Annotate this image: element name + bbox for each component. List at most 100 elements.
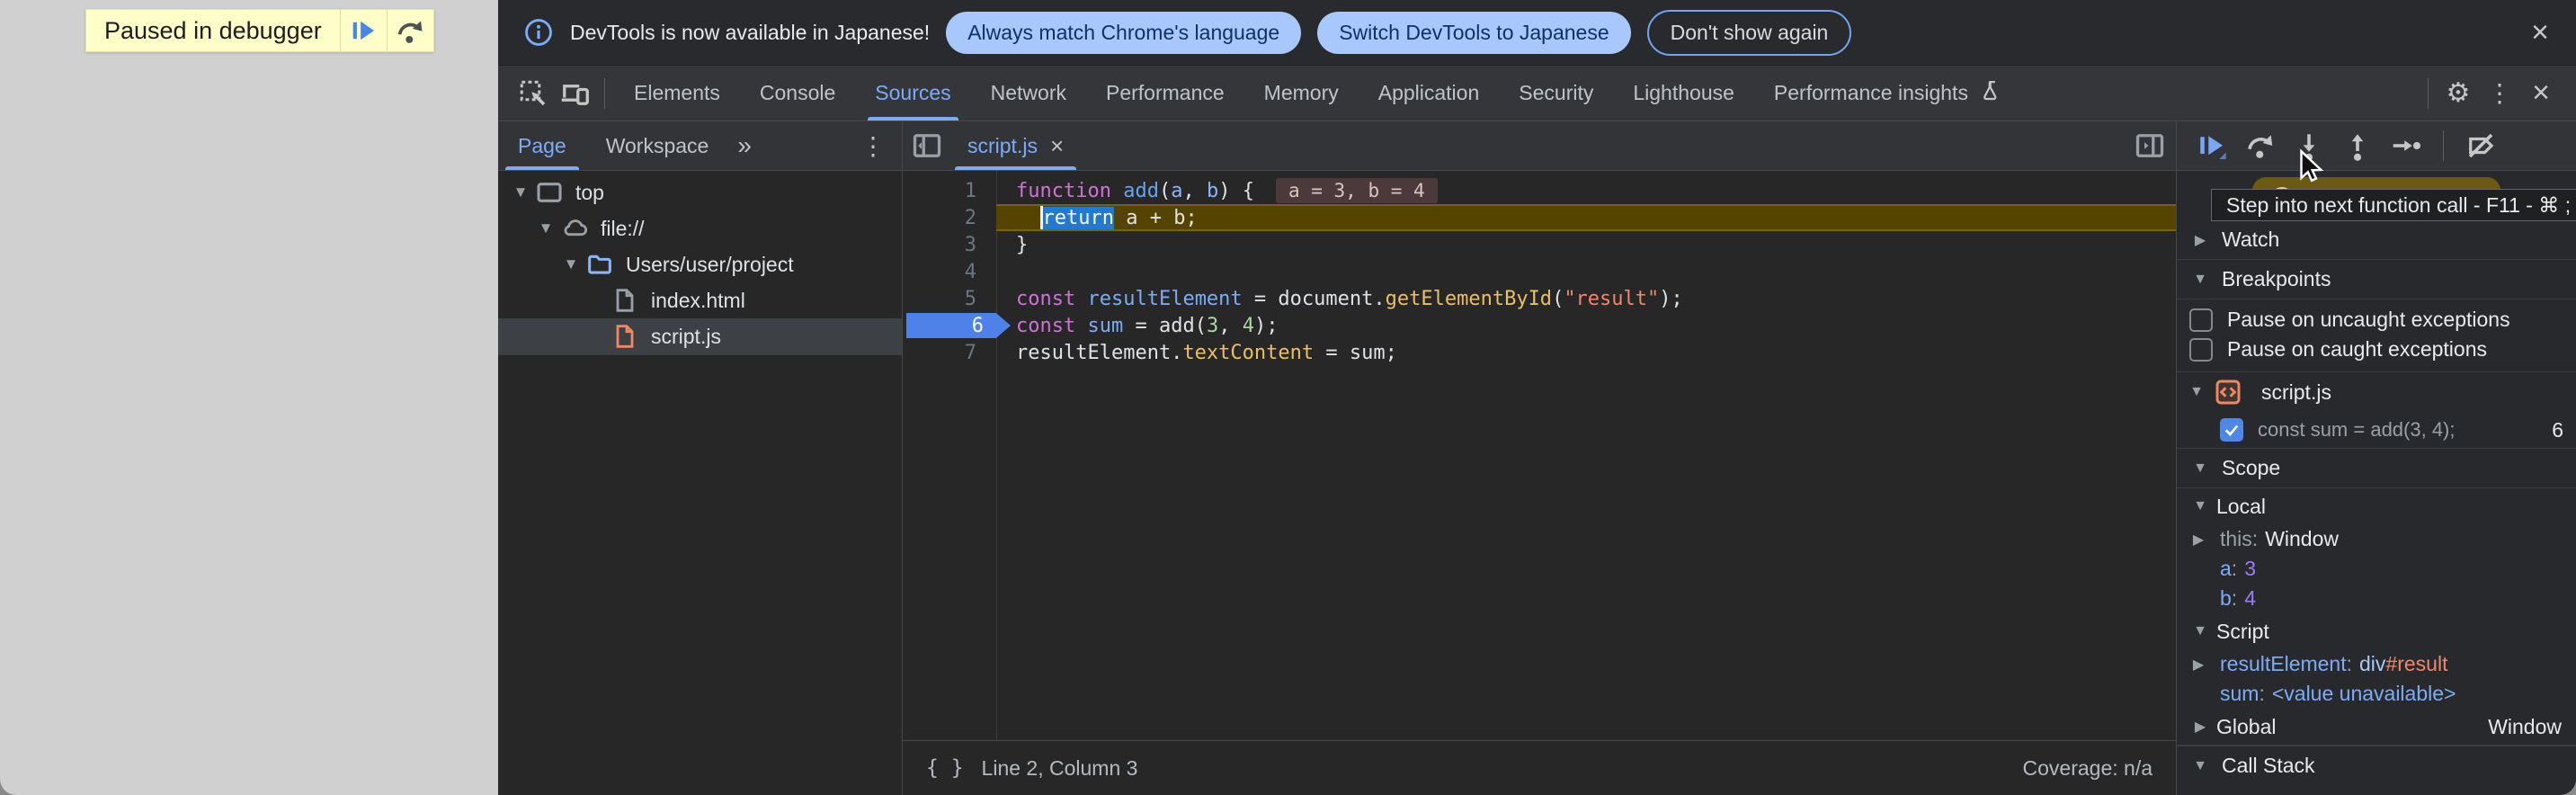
expanded-arrow-icon[interactable]: ▼ — [2191, 460, 2209, 477]
checkbox[interactable] — [2189, 338, 2213, 362]
section-call-stack[interactable]: ▼Call Stack — [2177, 746, 2576, 785]
always-match-language-button[interactable]: Always match Chrome's language — [946, 12, 1301, 54]
tab-memory[interactable]: Memory — [1244, 66, 1359, 121]
inspect-element-icon[interactable] — [513, 73, 554, 114]
dont-show-again-button[interactable]: Don't show again — [1647, 10, 1852, 56]
line-number[interactable]: 7 — [903, 339, 996, 366]
property-value: Window — [2265, 527, 2339, 551]
tree-item-users-user-project[interactable]: ▼Users/user/project — [498, 246, 902, 282]
expand-arrow-icon[interactable]: ▼ — [507, 183, 534, 201]
source-code-view[interactable]: 1function add(a, b) {a = 3, b = 42 retur… — [903, 171, 2176, 740]
code-line[interactable]: 4 — [903, 258, 2176, 285]
tab-network[interactable]: Network — [971, 66, 1086, 121]
step-over-icon[interactable] — [2240, 125, 2281, 166]
tree-item-index.html[interactable]: index.html — [498, 282, 902, 318]
resume-script-icon[interactable] — [2191, 125, 2233, 166]
expand-arrow-icon[interactable]: ▼ — [557, 255, 584, 273]
device-toolbar-icon[interactable] — [554, 73, 595, 114]
expanded-arrow-icon[interactable]: ▼ — [2191, 623, 2209, 639]
resume-icon — [348, 15, 379, 46]
expand-arrow-icon[interactable]: ▼ — [532, 219, 559, 237]
tab-console[interactable]: Console — [740, 66, 855, 121]
step-icon[interactable] — [2385, 125, 2427, 166]
line-number[interactable]: 1 — [903, 177, 996, 204]
switch-to-japanese-button[interactable]: Switch DevTools to Japanese — [1317, 12, 1630, 54]
code-line[interactable]: 5const resultElement = document.getEleme… — [903, 285, 2176, 312]
tree-item-top[interactable]: ▼ top — [498, 174, 902, 210]
line-number[interactable]: 5 — [903, 285, 996, 312]
collapsed-arrow-icon[interactable]: ▶ — [2189, 656, 2207, 674]
editor-status-bar: { } Line 2, Column 3 Coverage: n/a — [903, 740, 2176, 795]
deactivate-breakpoints-icon[interactable] — [2460, 125, 2501, 166]
scope-property[interactable]: b: 4 — [2177, 584, 2576, 613]
line-number[interactable]: 3 — [903, 231, 996, 258]
tab-security[interactable]: Security — [1499, 66, 1613, 121]
infobar-close-icon[interactable]: × — [2526, 17, 2554, 48]
navigator-kebab-icon[interactable]: ⋮ — [844, 131, 902, 161]
pause-option[interactable]: Pause on caught exceptions — [2177, 335, 2576, 364]
collapsed-arrow-icon[interactable]: ▶ — [2191, 718, 2209, 736]
resume-script-button[interactable] — [340, 10, 387, 51]
close-tab-icon[interactable]: × — [1050, 132, 1064, 160]
code-line[interactable]: 3} — [903, 231, 2176, 258]
code-line[interactable]: 7resultElement.textContent = sum; — [903, 339, 2176, 366]
step-out-icon[interactable] — [2337, 125, 2378, 166]
expanded-arrow-icon[interactable]: ▼ — [2191, 758, 2209, 774]
toggle-navigator-icon[interactable] — [906, 125, 948, 166]
collapsed-arrow-icon[interactable]: ▶ — [2191, 231, 2209, 249]
toggle-debugger-sidebar-icon[interactable] — [2129, 125, 2170, 166]
collapsed-arrow-icon[interactable]: ▶ — [2189, 531, 2207, 549]
expanded-arrow-icon[interactable]: ▼ — [2191, 272, 2209, 288]
scope-property[interactable]: a: 3 — [2177, 554, 2576, 584]
section-scope[interactable]: ▼Scope — [2177, 449, 2576, 488]
breakpoint-checkbox[interactable] — [2220, 418, 2243, 442]
tab-performance-insights[interactable]: Performance insights — [1754, 66, 2022, 121]
tab-sources[interactable]: Sources — [855, 66, 970, 121]
scope-group-local[interactable]: ▼Local — [2177, 488, 2576, 524]
code-line[interactable]: 2 return a + b; — [903, 204, 2176, 231]
screen: Paused in debugger DevTools is now avail… — [0, 0, 2576, 795]
devtools-panel: DevTools is now available in Japanese! A… — [498, 0, 2576, 795]
cursor-position-label: Line 2, Column 3 — [982, 756, 1138, 781]
breakpoint-entry[interactable]: const sum = add(3, 4);6 — [2177, 412, 2576, 448]
tab-performance[interactable]: Performance — [1086, 66, 1244, 121]
inspected-page: Paused in debugger — [0, 0, 498, 795]
pause-option[interactable]: Pause on uncaught exceptions — [2177, 305, 2576, 335]
tab-application[interactable]: Application — [1359, 66, 1500, 121]
breakpoint-file-row[interactable]: ▼script.js — [2177, 372, 2576, 412]
line-number[interactable]: 2 — [903, 204, 996, 231]
paused-banner-label: Paused in debugger — [86, 10, 340, 51]
editor-tab-scriptjs[interactable]: script.js × — [951, 121, 1080, 170]
code-line[interactable]: 6const sum = add(3, 4); — [903, 312, 2176, 339]
expanded-arrow-icon[interactable]: ▼ — [2188, 384, 2206, 400]
scope-property[interactable]: ▶resultElement: div#result — [2177, 649, 2576, 679]
step-over-button-overlay[interactable] — [387, 10, 433, 51]
scope-group-global[interactable]: ▶GlobalWindow — [2177, 709, 2576, 745]
tab-lighthouse[interactable]: Lighthouse — [1613, 66, 1754, 121]
section-watch[interactable]: ▶Watch — [2177, 220, 2576, 260]
tree-item-script.js[interactable]: script.js — [498, 318, 902, 354]
scope-property[interactable]: sum: <value unavailable> — [2177, 679, 2576, 709]
close-devtools-icon[interactable]: × — [2520, 73, 2562, 114]
expanded-arrow-icon[interactable]: ▼ — [2191, 498, 2209, 514]
tree-item-file-[interactable]: ▼file:// — [498, 210, 902, 246]
tab-elements[interactable]: Elements — [614, 66, 740, 121]
breakpoint-marker[interactable]: 6 — [906, 313, 1011, 338]
navigator-tab-page[interactable]: Page — [498, 121, 586, 170]
more-options-kebab-icon[interactable]: ⋮ — [2479, 73, 2520, 114]
pretty-print-icon[interactable]: { } — [926, 756, 964, 780]
settings-gear-icon[interactable]: ⚙ — [2438, 73, 2479, 114]
code-editor-pane: script.js × 1function add(a, b) {a = 3, … — [903, 121, 2176, 795]
more-tabs-chevron-icon[interactable]: » — [728, 131, 761, 160]
checkbox[interactable] — [2189, 308, 2213, 332]
flask-icon — [1977, 78, 2002, 109]
code-line[interactable]: 1function add(a, b) {a = 3, b = 4 — [903, 177, 2176, 204]
section-breakpoints[interactable]: ▼Breakpoints — [2177, 260, 2576, 299]
line-number[interactable]: 4 — [903, 258, 996, 285]
code-line-content: const sum = add(3, 4); — [996, 312, 2176, 339]
scope-group-script[interactable]: ▼Script — [2177, 613, 2576, 649]
line-number[interactable]: 6 — [903, 312, 996, 339]
scope-property[interactable]: ▶this: Window — [2177, 524, 2576, 554]
tree-item-label: top — [575, 181, 604, 205]
navigator-tab-workspace[interactable]: Workspace — [586, 121, 729, 170]
